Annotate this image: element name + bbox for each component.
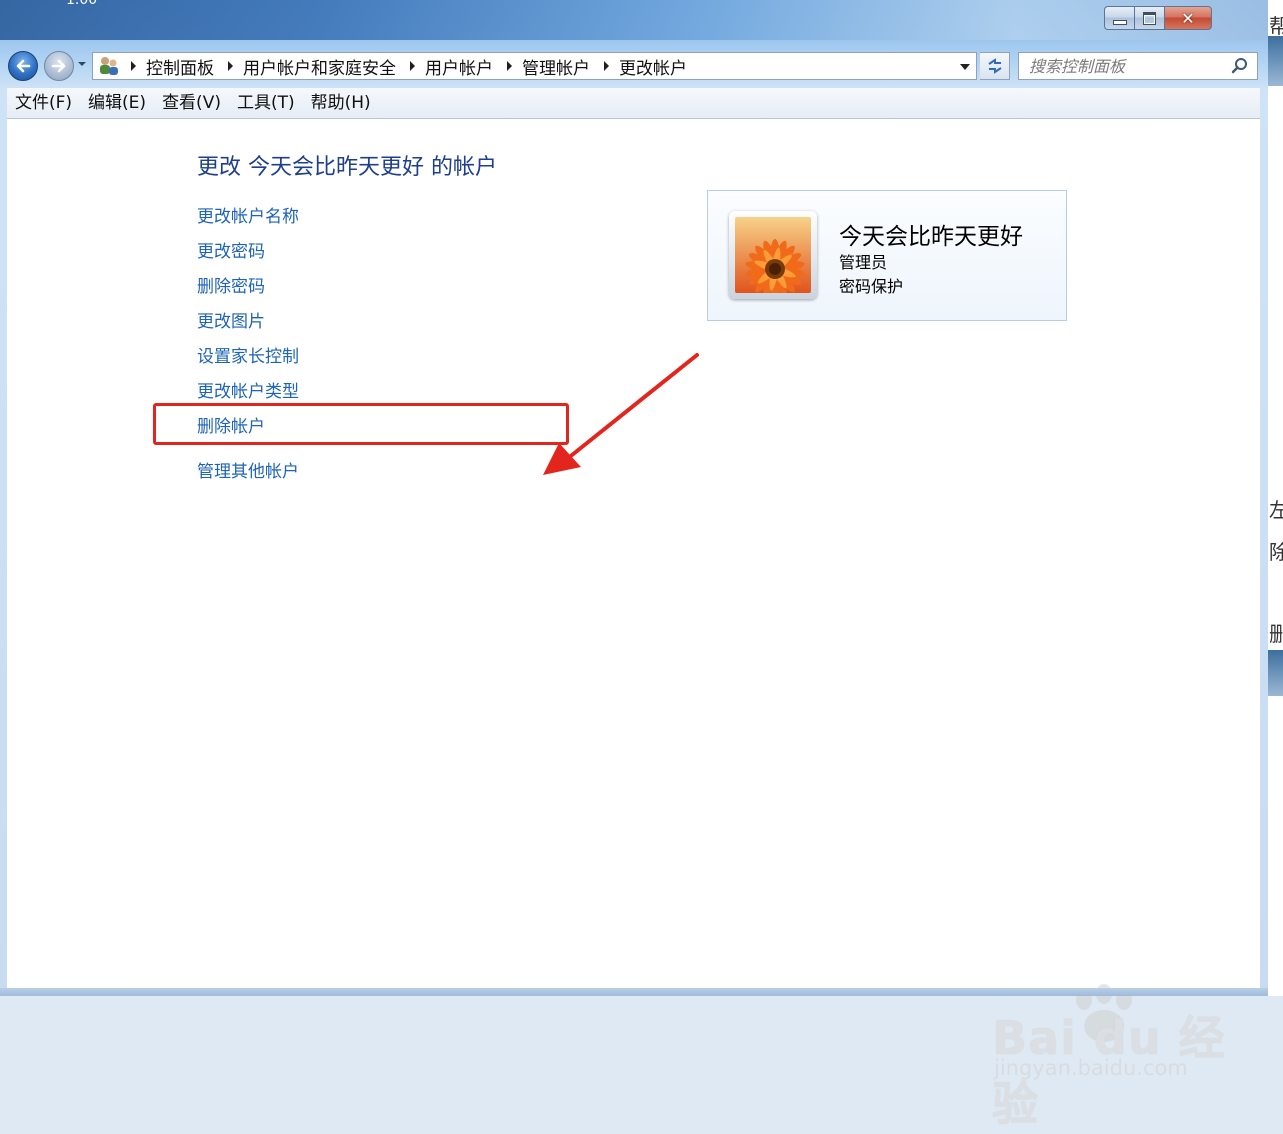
avatar — [729, 211, 817, 299]
refresh-icon — [987, 58, 1002, 74]
breadcrumb-separator-icon[interactable] — [131, 61, 136, 71]
back-arrow-icon — [16, 59, 31, 73]
menu-file[interactable]: 文件(F) — [7, 89, 80, 117]
account-card: 今天会比昨天更好 管理员 密码保护 — [707, 190, 1067, 321]
page-title: 更改 今天会比昨天更好 的帐户 — [197, 155, 497, 180]
breadcrumb-separator-icon[interactable] — [507, 61, 512, 71]
address-bar[interactable]: 控制面板 用户帐户和家庭安全 用户帐户 管理帐户 更改帐户 — [92, 52, 977, 80]
recent-pages-dropdown-icon[interactable] — [78, 62, 86, 66]
breadcrumb-control-panel[interactable]: 控制面板 — [146, 54, 214, 79]
caption-buttons: ✕ — [1104, 6, 1212, 32]
close-icon: ✕ — [1181, 8, 1195, 28]
breadcrumb-user-accounts[interactable]: 用户帐户 — [425, 54, 493, 79]
flower-picture-icon — [735, 217, 811, 293]
breadcrumb-user-accounts-family-safety[interactable]: 用户帐户和家庭安全 — [243, 54, 396, 79]
window-bottom-border — [0, 988, 1268, 996]
background-text-fragment: 左 — [1269, 498, 1283, 522]
breadcrumb-separator-icon[interactable] — [228, 61, 233, 71]
watermark-url: jingyan.baidu.com — [994, 1056, 1188, 1080]
remove-password-link[interactable]: 删除密码 — [197, 272, 265, 297]
manage-other-accounts-link[interactable]: 管理其他帐户 — [197, 457, 299, 482]
content-pane: 更改 今天会比昨天更好 的帐户 更改帐户名称 更改密码 删除密码 更改图片 设置… — [7, 119, 1260, 1131]
background-text-fragment: 删 — [1269, 622, 1283, 646]
back-button[interactable] — [8, 51, 38, 81]
control-panel-users-icon — [97, 55, 121, 77]
account-password-status: 密码保护 — [839, 277, 904, 296]
title-bar — [0, 0, 1268, 40]
maximize-icon — [1143, 11, 1156, 25]
minimize-icon — [1112, 19, 1127, 25]
baidu-watermark: Bai du 经验 jingyan.baidu.com — [982, 984, 1232, 1131]
menu-bar: 文件(F) 编辑(E) 查看(V) 工具(T) 帮助(H) — [7, 88, 1260, 119]
corner-title-fragment: 1.00 — [66, 0, 98, 8]
background-text-fragment: 除 — [1269, 540, 1283, 564]
change-picture-link[interactable]: 更改图片 — [197, 307, 265, 332]
menu-help[interactable]: 帮助(H) — [303, 89, 379, 117]
forward-button[interactable] — [44, 51, 74, 81]
change-account-type-link[interactable]: 更改帐户类型 — [197, 377, 299, 402]
window-frame: 1.00 ✕ 控制面板 用户帐户和家庭安全 用户帐户 管理帐户 更改帐户 搜索控… — [0, 0, 1268, 1131]
breadcrumb-manage-accounts[interactable]: 管理帐户 — [522, 54, 590, 79]
search-icon[interactable] — [1231, 57, 1249, 75]
breadcrumb-separator-icon[interactable] — [604, 61, 609, 71]
annotation-highlight-box — [153, 403, 569, 445]
background-window-edge: 帮 左 除 删 — [1268, 0, 1283, 996]
breadcrumb-change-account[interactable]: 更改帐户 — [619, 54, 687, 79]
background-text-fragment: 帮 — [1269, 14, 1283, 38]
close-button[interactable]: ✕ — [1164, 6, 1212, 30]
forward-arrow-icon — [51, 59, 66, 73]
background-image-fragment — [1268, 650, 1283, 696]
set-parental-controls-link[interactable]: 设置家长控制 — [197, 342, 299, 367]
breadcrumb-separator-icon[interactable] — [410, 61, 415, 71]
minimize-button[interactable] — [1104, 6, 1134, 30]
refresh-button[interactable] — [980, 52, 1010, 80]
menu-edit[interactable]: 编辑(E) — [80, 89, 154, 117]
search-input[interactable] — [1027, 55, 1231, 77]
menu-view[interactable]: 查看(V) — [154, 89, 229, 117]
change-account-name-link[interactable]: 更改帐户名称 — [197, 202, 299, 227]
account-type: 管理员 — [839, 253, 888, 272]
annotation-arrow — [543, 353, 699, 475]
background-image-fragment — [1268, 36, 1283, 86]
search-box — [1018, 52, 1258, 80]
change-password-link[interactable]: 更改密码 — [197, 237, 265, 262]
address-history-dropdown-icon[interactable] — [960, 64, 970, 70]
menu-tools[interactable]: 工具(T) — [229, 89, 303, 117]
maximize-button[interactable] — [1134, 6, 1164, 30]
account-name: 今天会比昨天更好 — [839, 224, 1023, 250]
breadcrumb: 控制面板 用户帐户和家庭安全 用户帐户 管理帐户 更改帐户 — [127, 54, 687, 79]
